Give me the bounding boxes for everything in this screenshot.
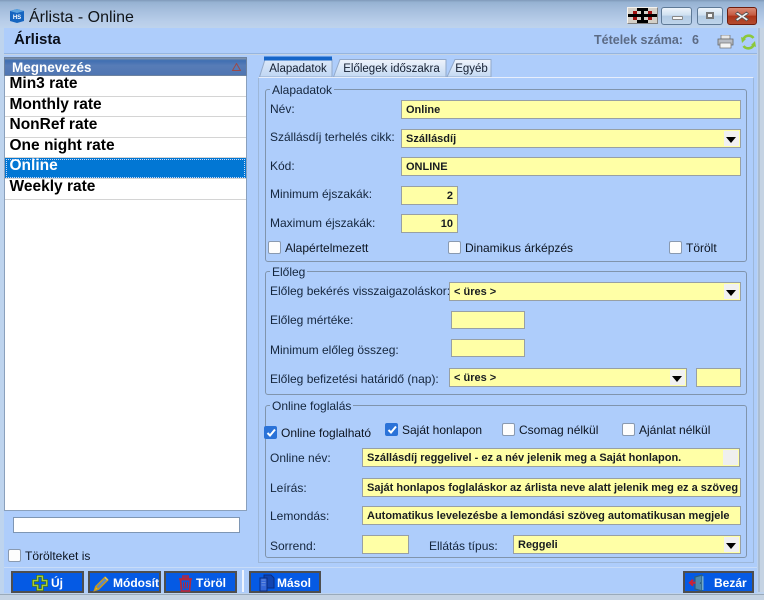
svg-text:HS: HS — [13, 15, 21, 21]
